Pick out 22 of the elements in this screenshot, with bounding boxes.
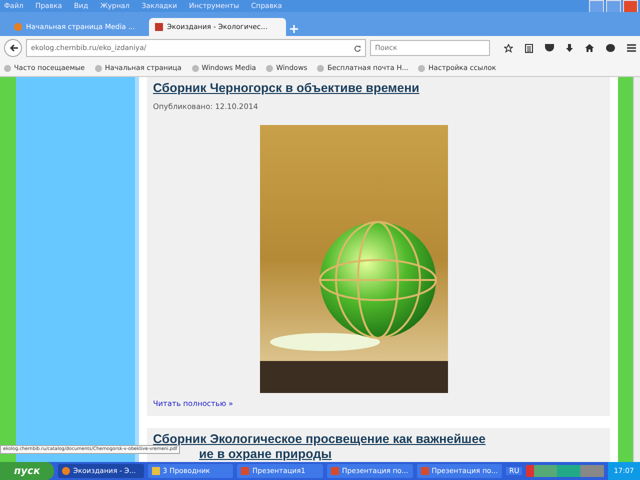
menu-icon[interactable] — [627, 44, 636, 52]
page-icon — [155, 23, 163, 31]
article-title[interactable]: Сборник Черногорск в объективе времени — [153, 81, 420, 96]
document-icon — [330, 467, 339, 475]
article-title[interactable]: Сборник Экологическое просвещение как важнейшее — [153, 432, 486, 447]
reload-icon[interactable] — [354, 44, 361, 52]
pocket-icon[interactable] — [545, 44, 554, 52]
page-icon — [14, 23, 22, 31]
clipboard-icon[interactable] — [525, 44, 533, 52]
browser-icon — [62, 467, 70, 475]
scrollbar[interactable] — [633, 77, 640, 462]
start-button[interactable]: пуск — [0, 462, 54, 480]
folder-icon — [152, 467, 160, 475]
plus-icon[interactable] — [290, 25, 298, 33]
back-button[interactable] — [4, 39, 22, 57]
download-icon[interactable] — [566, 44, 573, 52]
document-icon — [241, 467, 250, 475]
close-button[interactable] — [623, 0, 638, 12]
arrow-icon — [8, 44, 18, 52]
home-icon[interactable] — [585, 44, 594, 52]
star-icon[interactable] — [504, 44, 513, 52]
document-icon — [420, 467, 429, 475]
